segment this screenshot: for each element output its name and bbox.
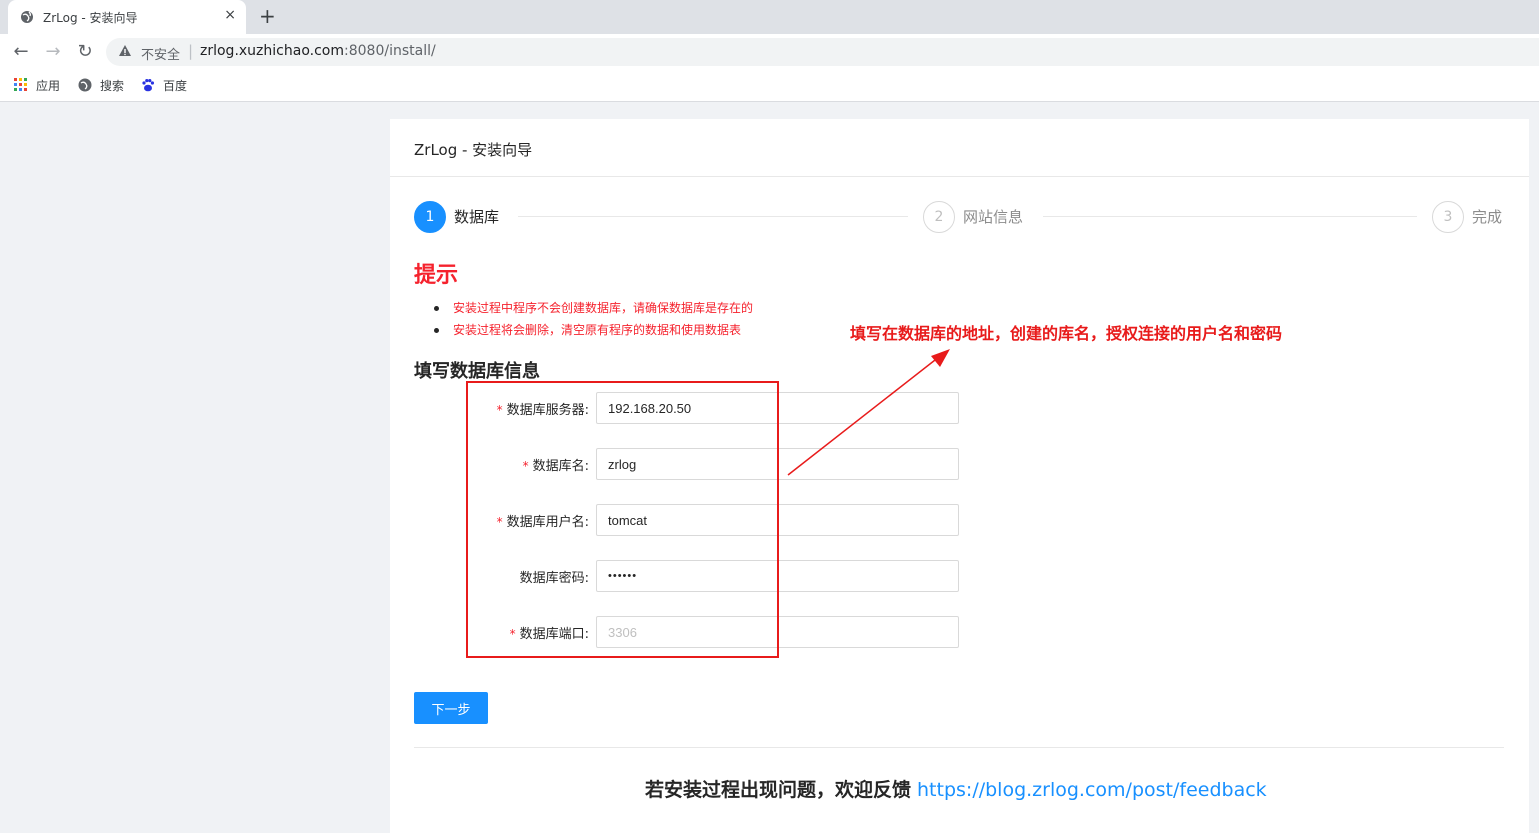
reload-icon[interactable]: ↻: [73, 40, 97, 64]
tip-title: 提示: [414, 263, 459, 288]
apps-grid-icon: [14, 78, 27, 91]
step-2-label: 网站信息: [963, 208, 1024, 226]
globe-icon: [78, 78, 92, 92]
forward-arrow-icon[interactable]: →: [41, 40, 65, 64]
step-3-circle: 3: [1432, 201, 1464, 233]
back-arrow-icon[interactable]: ←: [9, 40, 33, 64]
tip-item: 安装过程中程序不会创建数据库，请确保数据库是存在的: [434, 297, 753, 319]
step-1-circle: 1: [414, 201, 446, 233]
section-title: 填写数据库信息: [414, 361, 540, 382]
tip-list: 安装过程中程序不会创建数据库，请确保数据库是存在的 安装过程将会删除，清空原有程…: [434, 297, 753, 341]
baidu-paw-icon: [142, 79, 154, 92]
warning-icon: [119, 45, 131, 56]
url-path: :8080/install/: [344, 43, 436, 59]
address-bar[interactable]: 不安全 | zrlog.xuzhichao.com:8080/install/: [106, 38, 1539, 66]
bookmark-label: 应用: [36, 79, 61, 93]
bookmark-search[interactable]: 搜索: [78, 77, 124, 94]
step-2-circle: 2: [923, 201, 955, 233]
browser-toolbar: ← → ↻ 不安全 | zrlog.xuzhichao.com:8080/ins…: [0, 34, 1539, 70]
bookmark-label: 搜索: [100, 79, 125, 93]
divider: [414, 747, 1504, 748]
url-text: zrlog.xuzhichao.com:8080/install/: [200, 43, 436, 59]
annotation-text: 填写在数据库的地址，创建的库名，授权连接的用户名和密码: [850, 324, 1283, 343]
bookmark-apps[interactable]: 应用: [14, 77, 60, 94]
insecure-label: 不安全: [141, 48, 181, 63]
feedback-link[interactable]: https://blog.zrlog.com/post/feedback: [917, 779, 1267, 801]
page-title: ZrLog - 安装向导: [414, 141, 533, 159]
new-tab-icon[interactable]: +: [259, 4, 276, 28]
install-steps: 1 数据库 2 网站信息 3 完成: [414, 201, 1504, 233]
feedback-text: 若安装过程出现问题，欢迎反馈: [645, 779, 912, 801]
step-connector: [518, 216, 908, 217]
annotation-arrow-icon: [787, 349, 950, 476]
feedback-line: 若安装过程出现问题，欢迎反馈 https://blog.zrlog.com/pos…: [645, 775, 1267, 802]
url-host: zrlog.xuzhichao.com: [200, 43, 344, 59]
bookmark-label: 百度: [163, 79, 188, 93]
step-3-label: 完成: [1472, 208, 1503, 226]
address-separator: |: [188, 42, 194, 60]
close-tab-icon[interactable]: ×: [224, 7, 236, 23]
tab-strip: ZrLog - 安装向导 × +: [0, 0, 1539, 34]
globe-icon: [21, 11, 33, 23]
bookmark-baidu[interactable]: 百度: [141, 77, 187, 94]
annotation-highlight-box: [466, 381, 779, 658]
step-connector: [1043, 216, 1417, 217]
tab-title: ZrLog - 安装向导: [43, 11, 138, 25]
card-header: ZrLog - 安装向导: [390, 119, 1529, 177]
next-step-button[interactable]: 下一步: [414, 692, 488, 724]
bookmarks-bar: 应用 搜索 百度: [0, 70, 1539, 102]
browser-tab[interactable]: ZrLog - 安装向导 ×: [8, 0, 246, 34]
tip-item: 安装过程将会删除，清空原有程序的数据和使用数据表: [434, 319, 753, 341]
step-1-label: 数据库: [454, 208, 500, 226]
install-card: ZrLog - 安装向导 1 数据库 2 网站信息 3 完成 提示 安装过程中程…: [390, 119, 1529, 833]
